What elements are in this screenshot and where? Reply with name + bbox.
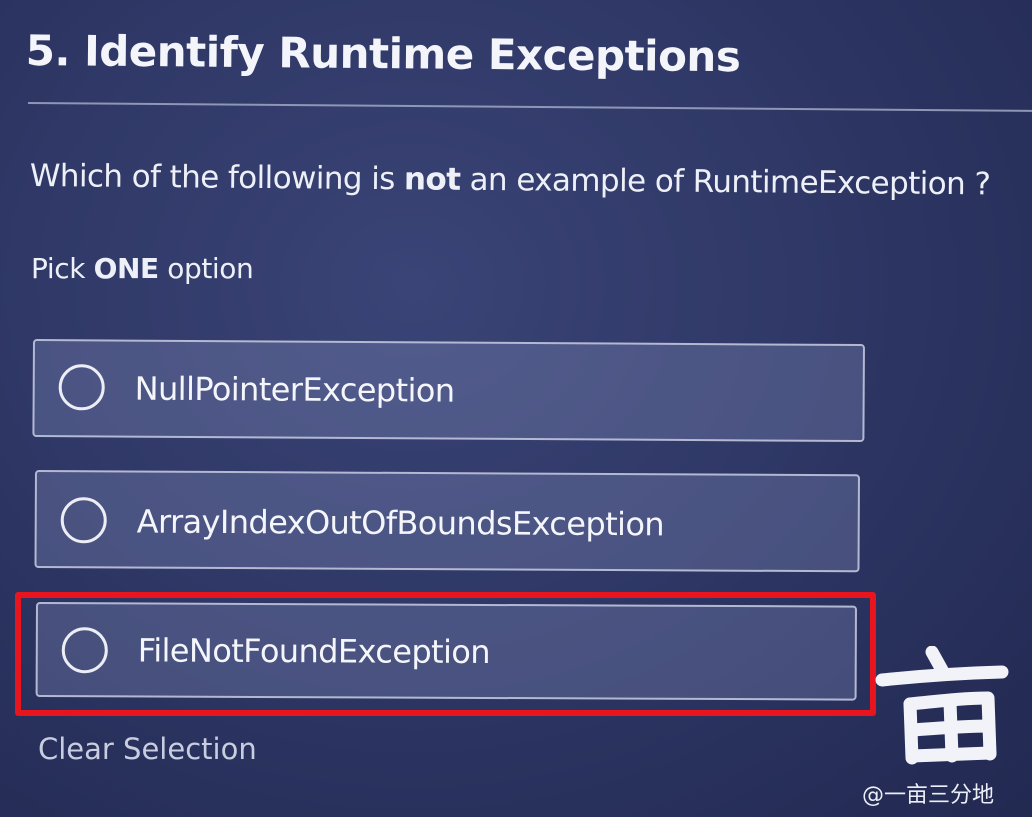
pick-instruction: Pick ONE option xyxy=(31,252,254,285)
option-label: NullPointerException xyxy=(134,369,455,410)
watermark-text: @一亩三分地 xyxy=(862,783,995,808)
prompt-text-start: Which of the following is xyxy=(29,158,405,198)
watermark-logo xyxy=(875,646,1009,765)
option-null-pointer[interactable]: NullPointerException xyxy=(32,339,865,443)
radio-circle-icon[interactable] xyxy=(60,497,107,544)
prompt-emphasis: not xyxy=(403,161,461,198)
clear-selection-link[interactable]: Clear Selection xyxy=(38,732,257,766)
question-prompt: Which of the following is not an example… xyxy=(30,158,991,202)
prompt-text-end: an example of RuntimeException ? xyxy=(460,161,991,203)
instruction-emphasis: ONE xyxy=(93,252,160,285)
instruction-text-start: Pick xyxy=(31,252,94,285)
radio-circle-icon[interactable] xyxy=(58,364,105,411)
instruction-text-end: option xyxy=(158,252,254,285)
red-highlight-box xyxy=(15,592,876,716)
title-divider xyxy=(27,102,1032,112)
question-title: 5. Identify Runtime Exceptions xyxy=(25,26,741,82)
option-label: ArrayIndexOutOfBoundsException xyxy=(136,502,665,544)
option-array-index[interactable]: ArrayIndexOutOfBoundsException xyxy=(34,470,860,573)
